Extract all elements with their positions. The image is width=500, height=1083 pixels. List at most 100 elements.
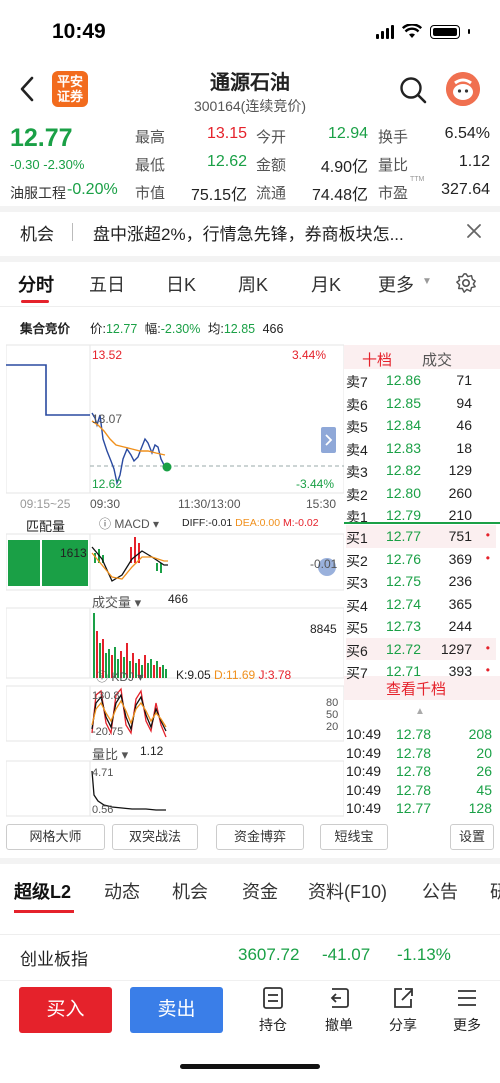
trade-price: 12.78 xyxy=(396,726,432,742)
search-icon[interactable] xyxy=(398,75,428,105)
chart-tab[interactable]: 五日 xyxy=(89,271,125,297)
ask-volume: 260 xyxy=(448,484,472,501)
broker-logo-line1: 平安 xyxy=(56,74,83,89)
trade-volume: 26 xyxy=(476,763,492,779)
quote-label: 市值 xyxy=(135,185,166,202)
bottom-tab[interactable]: 研 xyxy=(490,878,500,904)
volume-selector[interactable]: 成交量 ▾ xyxy=(92,592,141,611)
macd-side-value: -0.01 xyxy=(310,557,338,571)
order-book-tab-levels[interactable]: 十档 xyxy=(362,349,392,370)
gear-icon[interactable] xyxy=(455,272,477,294)
chart-tab[interactable]: 日K xyxy=(166,271,196,297)
sell-button[interactable]: 卖出 xyxy=(130,987,223,1033)
ask-row[interactable]: 卖7 12.86 71 xyxy=(346,369,496,392)
ask-row[interactable]: 卖4 12.83 18 xyxy=(346,437,496,460)
macd-dea: DEA:0.00 xyxy=(235,517,281,529)
bid-row[interactable]: 买3 12.75 236 xyxy=(346,570,496,593)
kdj-selector[interactable]: ⓘ KDJ ▾ xyxy=(96,668,143,685)
bottom-tab[interactable]: 公告 xyxy=(422,878,458,904)
bid-volume: 236 xyxy=(448,573,472,589)
sector-change[interactable]: -0.20% xyxy=(67,181,118,199)
action-share[interactable]: 分享 xyxy=(378,985,428,1035)
ask-price: 12.83 xyxy=(385,439,421,456)
bid-volume: 365 xyxy=(448,595,472,612)
order-book-tab-trades[interactable]: 成交 xyxy=(422,349,452,370)
chart-mid-price: 13.07 xyxy=(92,412,123,426)
tool-button[interactable]: 设置 xyxy=(450,824,494,850)
volume-ratio-name: 量比 xyxy=(92,747,119,762)
bid-volume: 244 xyxy=(448,618,472,634)
quote-label: 量比 xyxy=(378,157,409,174)
signal-icon xyxy=(376,24,394,39)
chevron-down-icon[interactable]: ▼ xyxy=(422,276,432,287)
volume-ratio-selector[interactable]: 量比 ▾ xyxy=(92,744,128,763)
collapse-arrow-icon[interactable]: ▲ xyxy=(415,706,425,717)
chart-tab[interactable]: 周K xyxy=(238,271,268,297)
divider xyxy=(0,858,500,864)
bottom-tab[interactable]: 资料(F10) xyxy=(308,878,387,904)
intraday-chart[interactable] xyxy=(6,343,344,818)
ask-row[interactable]: 卖5 12.84 46 xyxy=(346,414,496,437)
news-tag[interactable]: 机会 xyxy=(20,220,54,245)
back-icon[interactable] xyxy=(14,72,42,106)
ask-row[interactable]: 卖2 12.80 260 xyxy=(346,482,496,505)
bid-volume: 751 xyxy=(448,528,472,544)
bid-row[interactable]: 买1 12.77 751 • xyxy=(346,525,496,548)
expand-chart-button[interactable] xyxy=(321,427,336,453)
quote-label: 金额 xyxy=(256,157,287,174)
tool-button[interactable]: 网格大师 xyxy=(6,824,105,850)
tool-button[interactable]: 资金博弈 xyxy=(216,824,304,850)
quote-value: 12.94 xyxy=(327,125,368,142)
action-label: 分享 xyxy=(389,1017,417,1033)
trade-time: 10:49 xyxy=(346,781,382,798)
sector-name[interactable]: 油服工程 xyxy=(10,183,66,203)
buy-button[interactable]: 买入 xyxy=(19,987,112,1033)
quote-value: 4.90亿 xyxy=(320,159,368,176)
bottom-tab[interactable]: 资金 xyxy=(242,878,278,904)
chart-top-price: 13.52 xyxy=(92,348,123,362)
avatar[interactable] xyxy=(446,72,480,106)
chart-tab[interactable]: 分时 xyxy=(18,271,54,297)
broker-logo[interactable]: 平安 证券 xyxy=(52,71,88,107)
bottom-tab[interactable]: 超级L2 xyxy=(14,878,71,904)
action-cancel-order[interactable]: 撤单 xyxy=(314,985,364,1035)
ask-price: 12.79 xyxy=(385,507,421,523)
bottom-tab-underline xyxy=(14,910,74,913)
action-more-menu[interactable]: 更多 xyxy=(442,985,492,1035)
time-auction: 09:15~25 xyxy=(20,497,71,511)
ask-row[interactable]: 卖3 12.82 129 xyxy=(346,459,496,482)
trade-volume: 128 xyxy=(468,800,492,816)
volume-ratio-top: 4.71 xyxy=(92,767,114,779)
tool-button[interactable]: 短线宝 xyxy=(320,824,388,850)
news-headline[interactable]: 盘中涨超2%，行情急先锋，券商板块怎... xyxy=(93,220,453,245)
quote-label: 最高 xyxy=(135,129,166,146)
bid-row[interactable]: 买4 12.74 365 xyxy=(346,593,496,616)
bid-price: 12.77 xyxy=(385,528,421,544)
bid-row[interactable]: 买6 12.72 1297 • xyxy=(346,637,496,660)
action-holdings[interactable]: 持仓 xyxy=(248,985,298,1035)
home-indicator[interactable] xyxy=(180,1064,320,1069)
trade-time: 10:49 xyxy=(346,763,382,779)
chart-bottom-price: 12.62 xyxy=(92,477,123,491)
bid-row[interactable]: 买7 12.71 393 • xyxy=(346,660,496,683)
ask-row[interactable]: 卖6 12.85 94 xyxy=(346,392,496,415)
macd-selector[interactable]: ⓘ MACD ▾ xyxy=(99,515,159,532)
chart-tab[interactable]: 月K xyxy=(311,271,341,297)
bid-price: 12.74 xyxy=(385,595,421,612)
quote-value: 12.62 xyxy=(206,153,247,170)
tool-button[interactable]: 双突战法 xyxy=(112,824,198,850)
bid-price: 12.76 xyxy=(385,550,421,567)
bottom-tab[interactable]: 机会 xyxy=(172,878,208,904)
bottom-tab[interactable]: 动态 xyxy=(104,878,140,904)
macd-values: DIFF:-0.01 DEA:0.00 M:-0.02 xyxy=(182,517,319,529)
macd-name: MACD xyxy=(114,517,150,531)
bid-row[interactable]: 买2 12.76 369 • xyxy=(346,548,496,571)
bid-row[interactable]: 买5 12.73 244 xyxy=(346,615,496,638)
ask-price: 12.85 xyxy=(385,394,421,411)
close-icon[interactable] xyxy=(463,220,485,242)
ask-price: 12.86 xyxy=(385,372,421,388)
pe-ttm-suffix: TTM xyxy=(410,176,425,183)
chart-tab[interactable]: 更多 xyxy=(378,271,414,297)
holdings-icon xyxy=(248,985,298,1011)
more-menu-icon xyxy=(442,985,492,1011)
